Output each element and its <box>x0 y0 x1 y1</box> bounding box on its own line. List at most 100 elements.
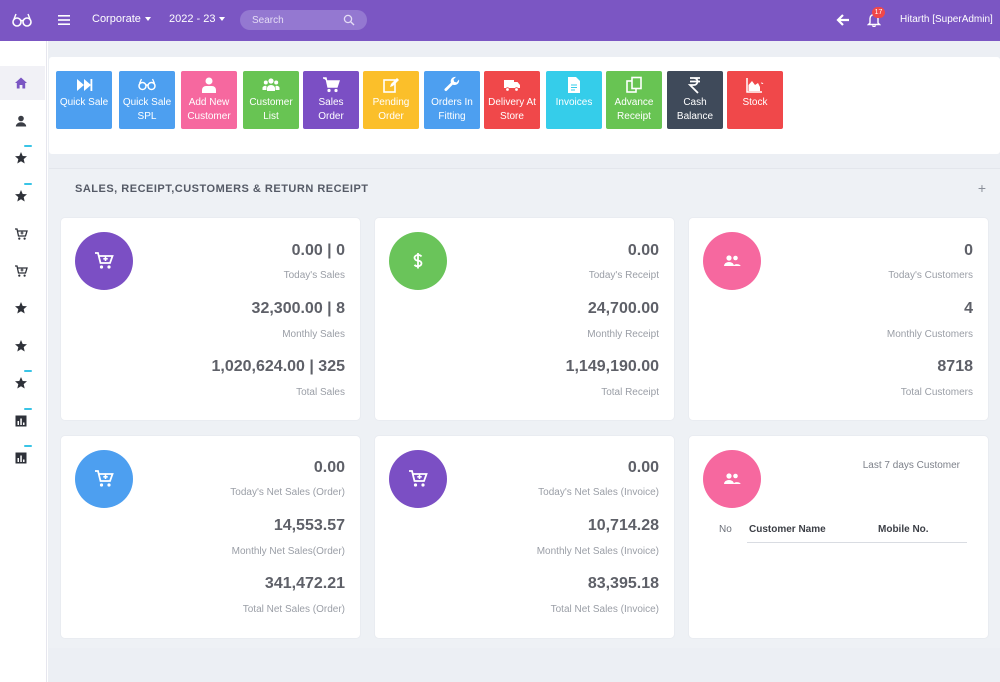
user-icon <box>202 77 216 93</box>
top-bar: Corporate 2022 - 23 17 Hitarth [SuperAdm… <box>0 0 1000 41</box>
fast-forward-icon <box>77 79 93 91</box>
tile-label: Customer List <box>249 97 293 122</box>
chevron-down-icon <box>219 17 226 22</box>
total-customers-label: Total Customers <box>900 387 973 398</box>
tile-add-new-customer[interactable]: Add New Customer <box>181 71 237 129</box>
tile-quick-sale-spl[interactable]: Quick Sale SPL <box>119 71 175 129</box>
users-icon <box>262 78 280 91</box>
area-chart-icon <box>746 78 764 93</box>
column-header-customer-name: Customer Name <box>749 524 826 535</box>
truck-icon <box>504 80 520 92</box>
total-receipt-label: Total Receipt <box>601 387 659 398</box>
net-sales-order-badge <box>75 450 133 508</box>
todays-sales-value: 0.00 | 0 <box>291 242 345 259</box>
home-icon[interactable] <box>14 76 28 90</box>
monthly-net-sales-order-label: Monthly Net Sales(Order) <box>231 546 345 557</box>
tile-label: Stock <box>742 97 768 108</box>
users-icon <box>724 473 741 484</box>
user-menu[interactable]: Hitarth [SuperAdmin] <box>900 14 993 25</box>
column-header-mobile-no: Mobile No. <box>878 524 929 535</box>
users-icon <box>724 255 741 266</box>
submenu-indicator <box>24 445 32 447</box>
net-sales-invoice-badge <box>389 450 447 508</box>
tile-invoices[interactable]: Invoices <box>546 71 602 129</box>
total-customers-value: 8718 <box>937 358 973 375</box>
monthly-receipt-label: Monthly Receipt <box>587 329 659 340</box>
star-icon[interactable] <box>14 301 28 315</box>
todays-receipt-value: 0.00 <box>627 242 659 259</box>
tile-stock[interactable]: Stock <box>727 71 783 129</box>
monthly-net-sales-invoice-value: 10,714.28 <box>587 517 659 534</box>
branch-label: Corporate <box>92 13 141 25</box>
monthly-net-sales-order-value: 14,553.57 <box>273 517 345 534</box>
last-7-days-badge <box>703 450 761 508</box>
submenu-indicator <box>24 408 32 410</box>
cart-icon[interactable] <box>14 227 28 241</box>
tile-label: Pending Order <box>372 97 410 122</box>
todays-net-sales-invoice-label: Today's Net Sales (Invoice) <box>538 487 659 498</box>
glasses-icon <box>138 78 156 91</box>
total-net-sales-invoice-label: Total Net Sales (Invoice) <box>550 604 659 615</box>
edit-icon <box>383 78 399 93</box>
total-receipt-value: 1,149,190.00 <box>565 358 659 375</box>
star-icon[interactable] <box>14 189 28 203</box>
sales-card: 0.00 | 0 Today's Sales 32,300.00 | 8 Mon… <box>60 217 361 421</box>
total-net-sales-order-value: 341,472.21 <box>264 575 345 592</box>
wrench-icon <box>444 76 460 92</box>
tile-delivery-at-store[interactable]: Delivery At Store <box>484 71 540 129</box>
total-sales-value: 1,020,624.00 | 325 <box>211 358 345 375</box>
notification-badge: 17 <box>872 7 885 18</box>
tile-quick-sale[interactable]: Quick Sale <box>56 71 112 129</box>
star-icon[interactable] <box>14 376 28 390</box>
receipt-card: 0.00 Today's Receipt 24,700.00 Monthly R… <box>374 217 675 421</box>
tile-pending-order[interactable]: Pending Order <box>363 71 419 129</box>
cart-icon <box>409 470 428 487</box>
cart-icon <box>323 77 340 93</box>
total-net-sales-order-label: Total Net Sales (Order) <box>242 604 345 615</box>
copy-icon <box>626 76 642 93</box>
search-input[interactable] <box>252 12 337 28</box>
chart-icon[interactable] <box>14 414 28 428</box>
monthly-sales-label: Monthly Sales <box>282 329 345 340</box>
monthly-customers-value: 4 <box>964 300 973 317</box>
submenu-indicator <box>24 183 32 185</box>
back-arrow-icon[interactable] <box>836 13 850 27</box>
todays-net-sales-invoice-value: 0.00 <box>627 459 659 476</box>
todays-receipt-label: Today's Receipt <box>588 270 659 281</box>
cart-icon[interactable] <box>14 264 28 278</box>
monthly-receipt-value: 24,700.00 <box>587 300 659 317</box>
table-header-divider <box>747 542 967 543</box>
user-icon[interactable] <box>14 114 28 128</box>
last-7-days-title: Last 7 days Customer <box>862 460 960 471</box>
monthly-sales-value: 32,300.00 | 8 <box>251 300 345 317</box>
hamburger-menu-icon[interactable] <box>57 13 71 27</box>
tile-cash-balance[interactable]: Cash Balance <box>667 71 723 129</box>
cart-icon <box>95 470 114 487</box>
submenu-indicator <box>24 145 32 147</box>
year-dropdown[interactable]: 2022 - 23 <box>169 13 226 25</box>
monthly-net-sales-invoice-label: Monthly Net Sales (Invoice) <box>536 546 659 557</box>
sales-badge <box>75 232 133 290</box>
tile-label: Sales Order <box>318 97 344 122</box>
tile-customer-list[interactable]: Customer List <box>243 71 299 129</box>
tile-label: Quick Sale SPL <box>122 97 172 122</box>
glasses-icon[interactable] <box>12 11 32 29</box>
tile-label: Invoices <box>555 97 593 108</box>
star-icon[interactable] <box>14 151 28 165</box>
expand-plus-icon[interactable]: + <box>978 180 986 196</box>
dollar-icon <box>413 253 423 269</box>
tile-label: Advance Receipt <box>614 97 654 122</box>
branch-dropdown[interactable]: Corporate <box>92 13 151 25</box>
total-sales-label: Total Sales <box>296 387 345 398</box>
year-label: 2022 - 23 <box>169 13 216 25</box>
todays-customers-label: Today's Customers <box>888 270 973 281</box>
tile-orders-in-fitting[interactable]: Orders In Fitting <box>424 71 480 129</box>
customers-badge <box>703 232 761 290</box>
tile-advance-receipt[interactable]: Advance Receipt <box>606 71 662 129</box>
chart-icon[interactable] <box>14 451 28 465</box>
tile-sales-order[interactable]: Sales Order <box>303 71 359 129</box>
todays-net-sales-order-value: 0.00 <box>313 459 345 476</box>
star-icon[interactable] <box>14 339 28 353</box>
todays-customers-value: 0 <box>964 242 973 259</box>
search-icon[interactable] <box>343 14 355 26</box>
